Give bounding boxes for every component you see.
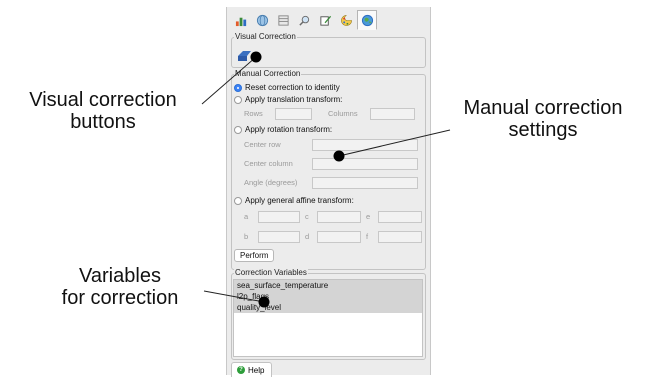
reset-label: Reset correction to identity <box>245 83 340 92</box>
correction-variables-group: Correction Variables sea_surface_tempera… <box>231 268 426 360</box>
chart-icon[interactable] <box>231 10 251 30</box>
perform-button[interactable]: Perform <box>234 249 275 262</box>
variables-list[interactable]: sea_surface_temperature l2p_flags qualit… <box>233 279 423 357</box>
affine-a-field[interactable] <box>258 211 300 223</box>
earth-correction-icon[interactable] <box>357 10 377 30</box>
affine-e-field[interactable] <box>378 211 422 223</box>
translation-label: Apply translation transform: <box>245 95 343 104</box>
layers-icon[interactable] <box>273 10 293 30</box>
affine-e-label: e <box>366 212 371 221</box>
reset-option[interactable]: Reset correction to identity <box>234 83 340 93</box>
visual-buttons-callout: Visual correction buttons <box>8 89 198 133</box>
magnifier-icon[interactable] <box>294 10 314 30</box>
correction-panel: Visual Correction Manual Correction Rese… <box>226 7 431 377</box>
affine-c-label: c <box>305 212 309 221</box>
visual-correction-icon <box>238 51 258 61</box>
affine-c-field[interactable] <box>317 211 361 223</box>
variables-callout: Variables for correction <box>30 265 210 309</box>
affine-b-label: b <box>244 232 249 241</box>
affine-a-label: a <box>244 212 249 221</box>
manual-correction-group: Manual Correction Reset correction to id… <box>231 69 426 270</box>
list-item[interactable]: l2p_flags <box>234 291 422 302</box>
affine-b-field[interactable] <box>258 231 300 243</box>
translation-option[interactable]: Apply translation transform: <box>234 95 342 105</box>
rotation-radio[interactable] <box>234 126 242 134</box>
visual-correction-button[interactable] <box>237 47 259 63</box>
center-row-field[interactable] <box>312 139 418 151</box>
center-column-field[interactable] <box>312 158 418 170</box>
manual-settings-callout-text: Manual correction settings <box>463 97 623 141</box>
angle-label: Angle (degrees) <box>244 178 298 187</box>
edit-icon[interactable] <box>315 10 335 30</box>
toolbar <box>231 10 377 32</box>
manual-settings-callout: Manual correction settings <box>448 97 638 141</box>
rows-label: Rows <box>244 109 263 118</box>
affine-f-field[interactable] <box>378 231 422 243</box>
translation-radio[interactable] <box>234 96 242 104</box>
visual-correction-group: Visual Correction <box>231 32 426 68</box>
rotation-option[interactable]: Apply rotation transform: <box>234 125 332 135</box>
rotation-label: Apply rotation transform: <box>245 125 333 134</box>
visual-buttons-callout-text: Visual correction buttons <box>29 89 177 133</box>
visual-correction-title: Visual Correction <box>234 32 297 42</box>
variables-callout-text: Variables for correction <box>61 265 179 309</box>
manual-correction-title: Manual Correction <box>234 69 302 79</box>
rows-field[interactable] <box>275 108 312 120</box>
list-item[interactable]: quality_level <box>234 302 422 313</box>
center-column-label: Center column <box>244 159 293 168</box>
angle-field[interactable] <box>312 177 418 189</box>
affine-d-field[interactable] <box>317 231 361 243</box>
palette-icon[interactable] <box>336 10 356 30</box>
columns-field[interactable] <box>370 108 415 120</box>
correction-variables-title: Correction Variables <box>234 268 308 278</box>
list-item[interactable]: sea_surface_temperature <box>234 280 422 291</box>
affine-f-label: f <box>366 232 369 241</box>
affine-option[interactable]: Apply general affine transform: <box>234 196 354 206</box>
help-icon: ? <box>237 366 245 374</box>
affine-label: Apply general affine transform: <box>245 196 354 205</box>
center-row-label: Center row <box>244 140 281 149</box>
globe-sphere-icon[interactable] <box>252 10 272 30</box>
affine-radio[interactable] <box>234 197 242 205</box>
help-label: Help <box>248 365 265 375</box>
reset-radio[interactable] <box>234 84 242 92</box>
affine-d-label: d <box>305 232 310 241</box>
columns-label: Columns <box>328 109 358 118</box>
